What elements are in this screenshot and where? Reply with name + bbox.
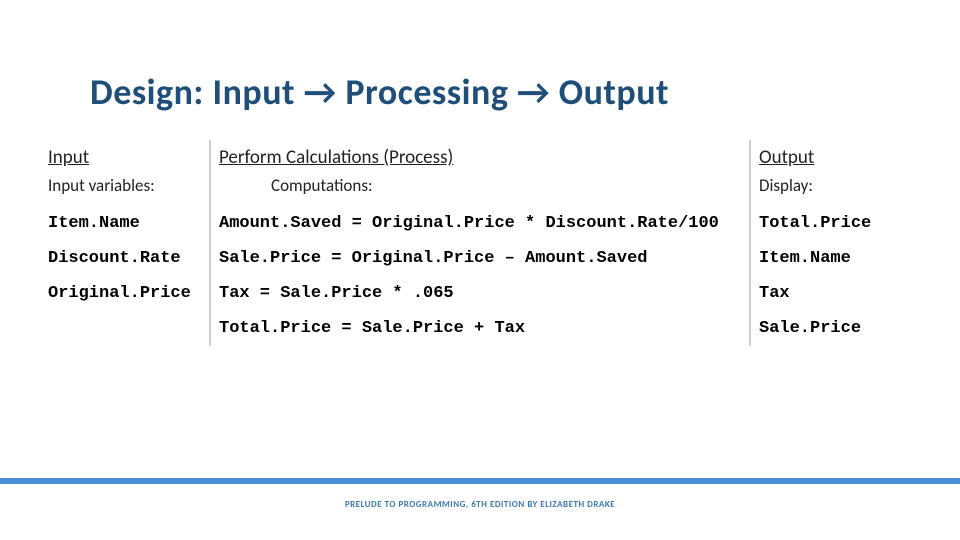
cell-output: Total.Price <box>750 206 920 241</box>
cell-input: Original.Price <box>40 276 210 311</box>
cell-output: Sale.Price <box>750 311 920 346</box>
subheader-process: Computations: <box>210 173 750 206</box>
subheader-input: Input variables: <box>40 173 210 206</box>
header-output: Output <box>750 140 920 173</box>
cell-process: Sale.Price = Original.Price – Amount.Sav… <box>210 241 750 276</box>
cell-output: Tax <box>750 276 920 311</box>
cell-input: Item.Name <box>40 206 210 241</box>
cell-process: Tax = Sale.Price * .065 <box>210 276 750 311</box>
subheader-output: Display: <box>750 173 920 206</box>
cell-process: Amount.Saved = Original.Price * Discount… <box>210 206 750 241</box>
table-row: Discount.Rate Sale.Price = Original.Pric… <box>40 241 920 276</box>
header-input: Input <box>40 140 210 173</box>
footer-text: PRELUDE TO PROGRAMMING, 6TH EDITION BY E… <box>0 499 960 510</box>
table-row: Total.Price = Sale.Price + Tax Sale.Pric… <box>40 311 920 346</box>
cell-output: Item.Name <box>750 241 920 276</box>
cell-input <box>40 311 210 346</box>
table-row: Original.Price Tax = Sale.Price * .065 T… <box>40 276 920 311</box>
footer-accent-bar <box>0 478 960 484</box>
cell-input: Discount.Rate <box>40 241 210 276</box>
ipo-table: Input Perform Calculations (Process) Out… <box>40 140 920 346</box>
slide-title: Design: Input → Processing → Output <box>90 70 669 114</box>
table-row: Item.Name Amount.Saved = Original.Price … <box>40 206 920 241</box>
cell-process: Total.Price = Sale.Price + Tax <box>210 311 750 346</box>
header-process: Perform Calculations (Process) <box>210 140 750 173</box>
